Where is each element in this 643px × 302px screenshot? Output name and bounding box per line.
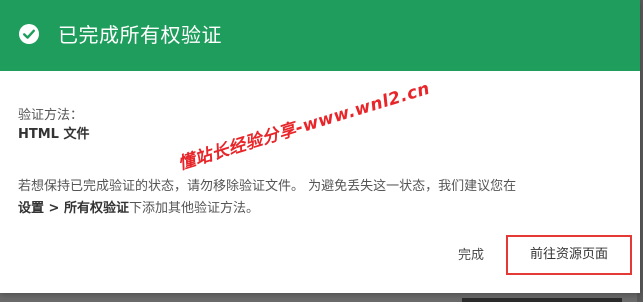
description-line-1: 若想保持已完成验证的状态，请勿移除验证文件。 为避免丢失这一状态，我们建议您在 bbox=[18, 179, 517, 194]
description-line-2: 设置 > 所有权验证下添加其他验证方法。 bbox=[18, 198, 628, 220]
done-button[interactable]: 完成 bbox=[444, 239, 498, 273]
dialog-header: 已完成所有权验证 bbox=[0, 0, 640, 71]
description-line-2-text: 下添加其他验证方法。 bbox=[128, 201, 259, 216]
background-bar bbox=[462, 298, 622, 302]
check-circle-icon bbox=[19, 24, 39, 44]
verification-description: 若想保持已完成验证的状态，请勿移除验证文件。 为避免丢失这一状态，我们建议您在 … bbox=[18, 176, 628, 220]
go-to-resource-page-button[interactable]: 前往资源页面 bbox=[506, 235, 632, 275]
dialog-title: 已完成所有权验证 bbox=[58, 23, 222, 47]
verification-dialog: 已完成所有权验证 验证方法： HTML 文件 若想保持已完成验证的状态，请勿移除… bbox=[0, 0, 640, 293]
settings-path: 设置 > 所有权验证 bbox=[18, 201, 129, 216]
verification-method-label: 验证方法： bbox=[18, 108, 84, 123]
verification-method-value: HTML 文件 bbox=[18, 127, 90, 142]
